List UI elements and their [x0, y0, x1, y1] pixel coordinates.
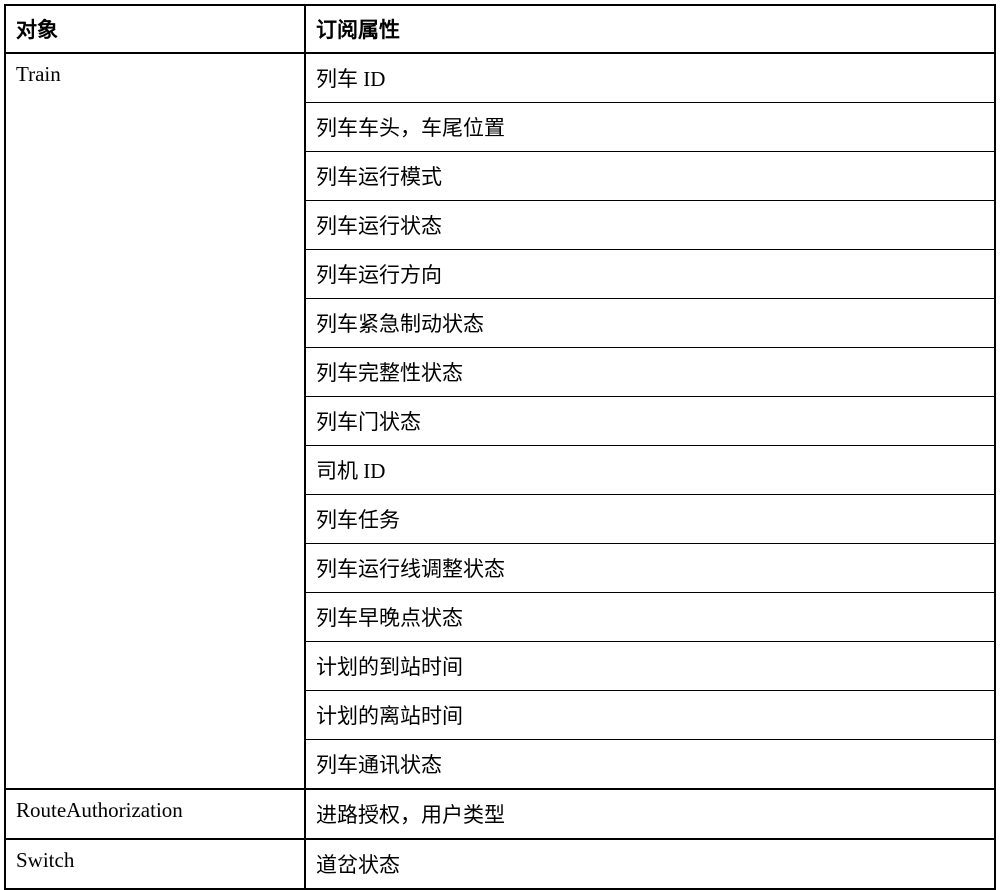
attr-cell: 列车运行状态 — [306, 201, 994, 250]
row-train: Train 列车 ID 列车车头，车尾位置 列车运行模式 列车运行状态 列车运行… — [6, 54, 994, 790]
attr-cell: 列车运行模式 — [306, 152, 994, 201]
attr-cell: 列车门状态 — [306, 397, 994, 446]
attr-switch: 道岔状态 — [306, 840, 994, 888]
attr-cell: 列车 ID — [306, 54, 994, 103]
attr-cell: 列车完整性状态 — [306, 348, 994, 397]
attr-cell: 列车运行线调整状态 — [306, 544, 994, 593]
header-object: 对象 — [6, 6, 306, 52]
table-header-row: 对象 订阅属性 — [6, 6, 994, 54]
attr-cell: 列车紧急制动状态 — [306, 299, 994, 348]
attr-cell: 计划的离站时间 — [306, 691, 994, 740]
attr-cell: 司机 ID — [306, 446, 994, 495]
subscription-attributes-table: 对象 订阅属性 Train 列车 ID 列车车头，车尾位置 列车运行模式 列车运… — [4, 4, 996, 890]
object-train: Train — [6, 54, 306, 788]
attrs-train: 列车 ID 列车车头，车尾位置 列车运行模式 列车运行状态 列车运行方向 列车紧… — [306, 54, 994, 788]
header-attribute: 订阅属性 — [306, 6, 994, 52]
attr-cell: 列车早晚点状态 — [306, 593, 994, 642]
attr-cell: 列车运行方向 — [306, 250, 994, 299]
row-routeauthorization: RouteAuthorization 进路授权，用户类型 — [6, 790, 994, 840]
attr-cell: 列车通讯状态 — [306, 740, 994, 788]
attr-routeauthorization: 进路授权，用户类型 — [306, 790, 994, 838]
object-routeauthorization: RouteAuthorization — [6, 790, 306, 838]
attr-cell: 计划的到站时间 — [306, 642, 994, 691]
attr-cell: 列车车头，车尾位置 — [306, 103, 994, 152]
row-switch: Switch 道岔状态 — [6, 840, 994, 888]
attr-cell: 列车任务 — [306, 495, 994, 544]
object-switch: Switch — [6, 840, 306, 888]
